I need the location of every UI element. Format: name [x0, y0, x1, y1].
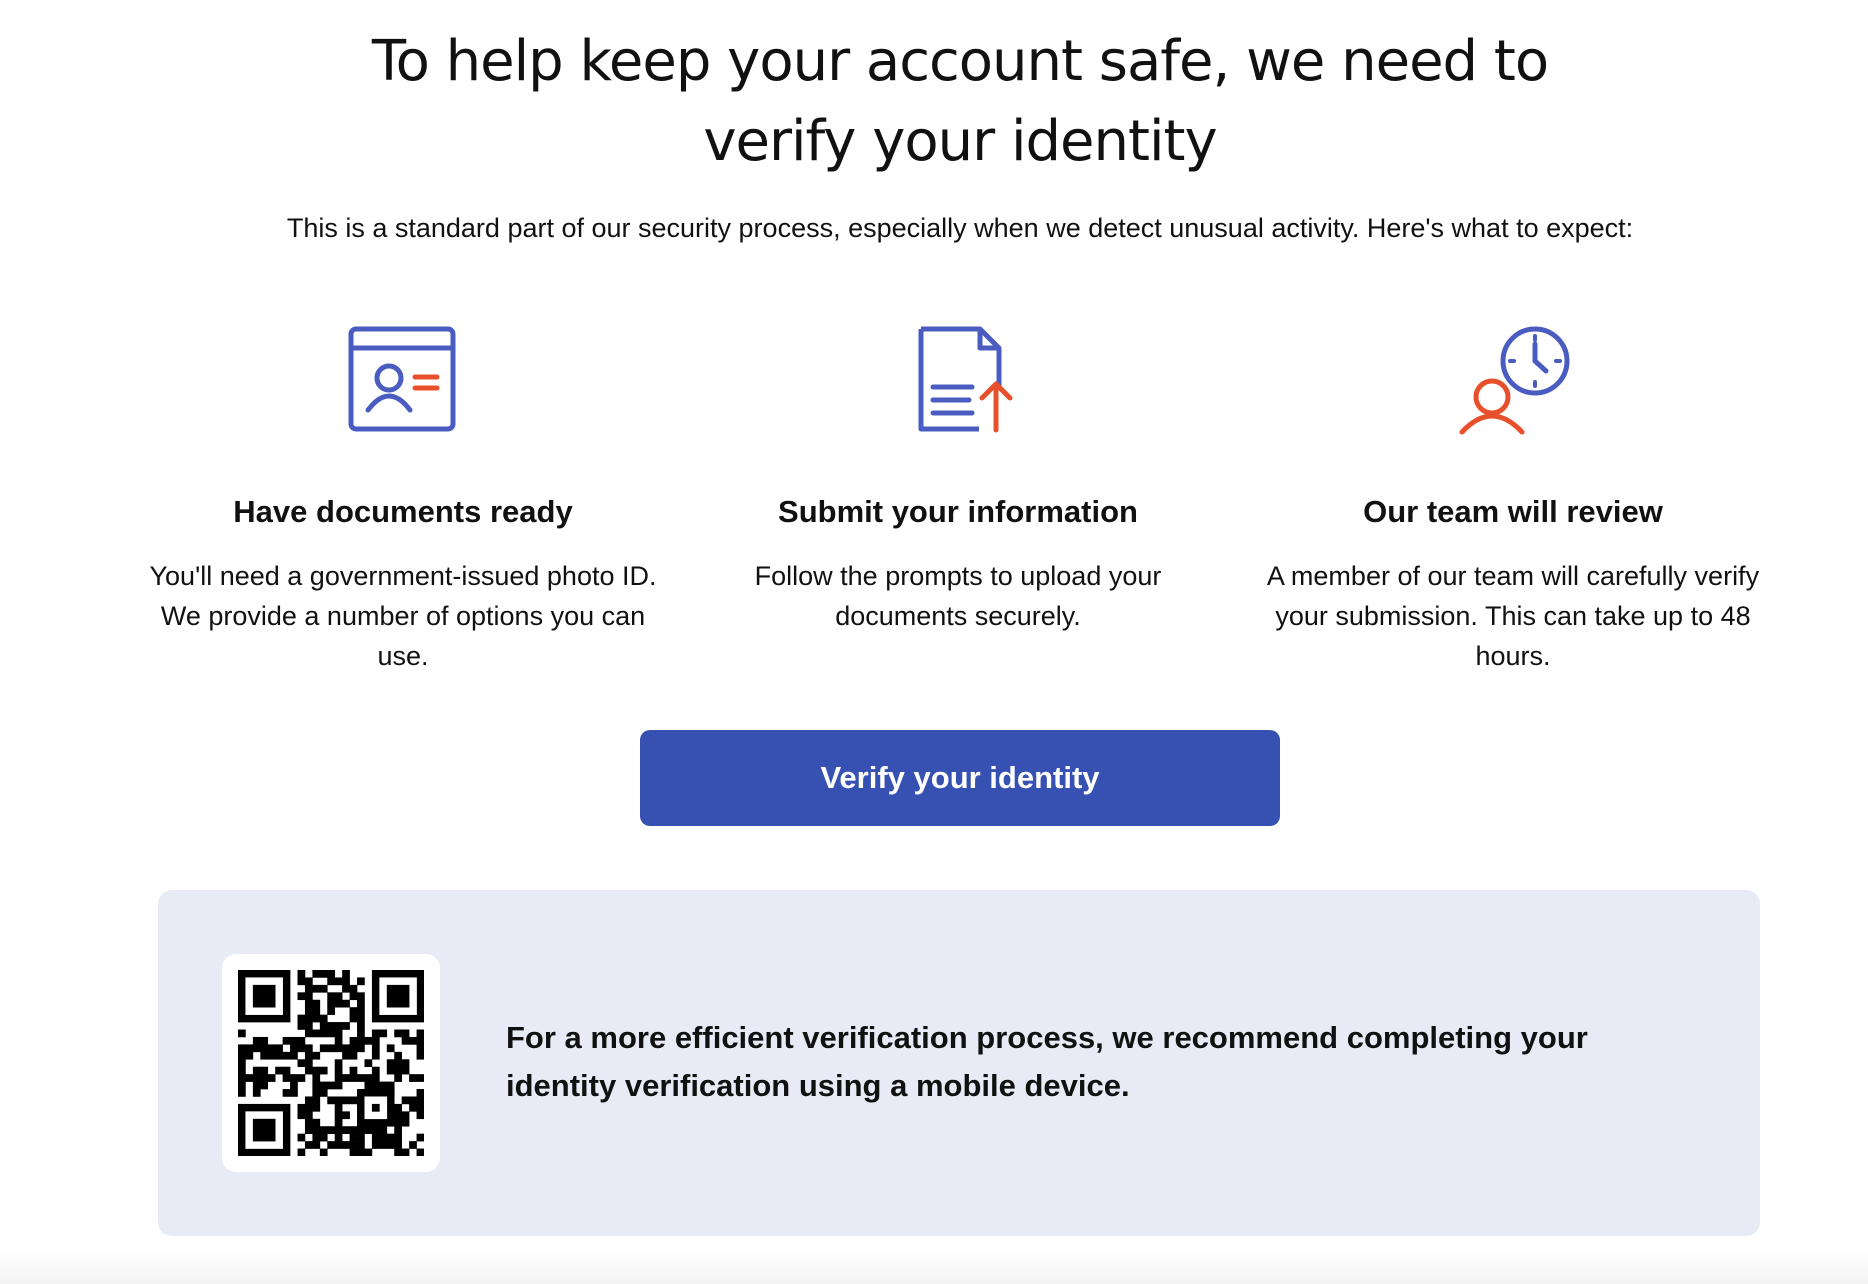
step-team-review: Our team will review A member of our tea… [1253, 320, 1773, 676]
document-upload-icon [893, 320, 1023, 440]
step-documents-ready: Have documents ready You'll need a gover… [143, 320, 663, 676]
step-description: You'll need a government-issued photo ID… [149, 561, 657, 671]
mobile-recommendation-text: For a more efficient verification proces… [506, 1020, 1588, 1103]
person-clock-icon [1448, 320, 1578, 440]
verify-identity-button[interactable]: Verify your identity [640, 730, 1280, 826]
id-card-icon [338, 320, 468, 440]
qr-code-card [222, 954, 440, 1172]
page-bottom-edge [0, 1250, 1868, 1284]
step-description: A member of our team will carefully veri… [1266, 561, 1760, 671]
mobile-verification-panel: For a more efficient verification proces… [158, 890, 1760, 1236]
page-subtitle: This is a standard part of our security … [286, 213, 1634, 243]
step-submit-information: Submit your information Follow the promp… [698, 320, 1218, 636]
qr-code-icon [238, 970, 424, 1156]
page-title: To help keep your account safe, we need … [371, 29, 1549, 174]
step-heading: Submit your information [778, 494, 1138, 529]
step-heading: Have documents ready [233, 494, 573, 529]
step-heading: Our team will review [1363, 494, 1663, 529]
step-description: Follow the prompts to upload your docume… [754, 561, 1162, 631]
identity-verification-page: To help keep your account safe, we need … [0, 0, 1868, 1284]
